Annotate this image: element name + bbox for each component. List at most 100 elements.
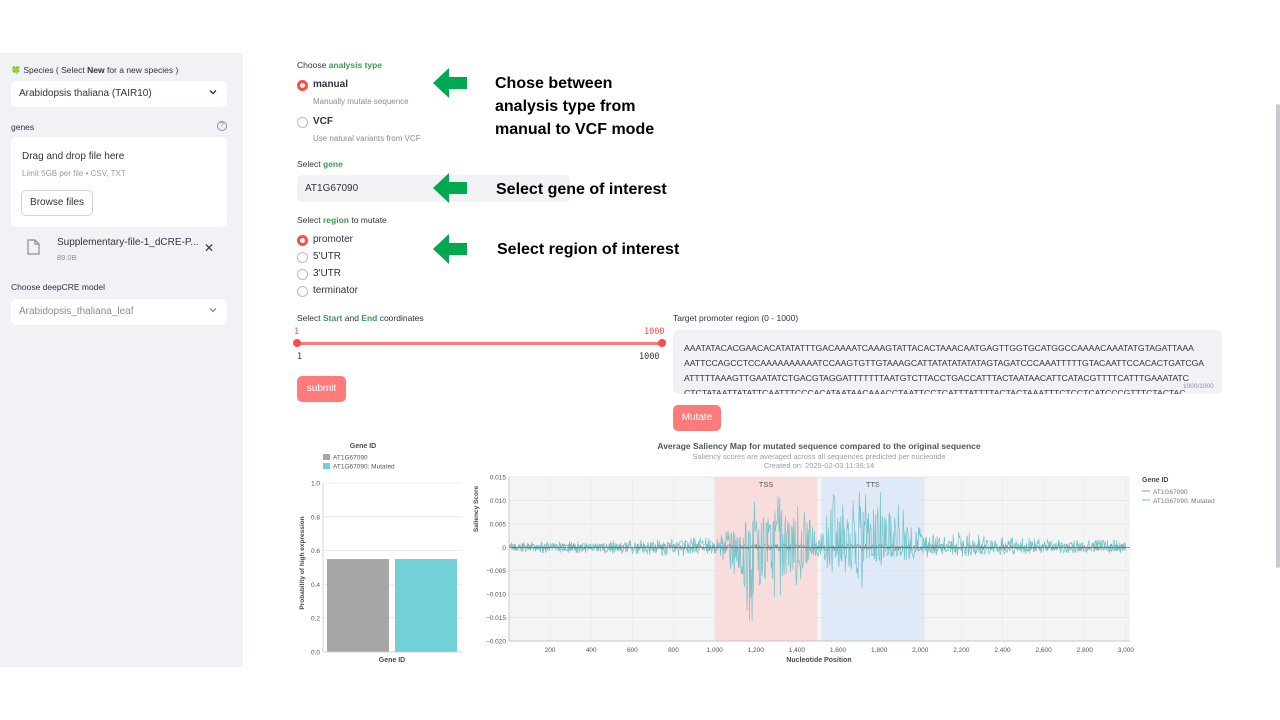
slider-start-handle[interactable] [293,339,301,347]
coordinate-slider-track[interactable] [297,342,662,345]
saliency-chart: Average Saliency Map for mutated sequenc… [473,441,1215,664]
sequence-line: AATTCCAGCCTCCAAAAAAAAAATCCAAGTGTTGTAAAGC… [684,358,1205,368]
saliency-subtitle: Saliency scores are averaged across all … [692,452,945,461]
slider-max-label: 1000 [639,352,660,362]
saliency-legend-mutated: AT1G67090: Mutated [1153,498,1215,505]
sequence-textarea[interactable]: AAATATACACGAACACATATATTTGACAAAATCAAAGTAT… [673,330,1222,394]
saliency-created-on: Created on: 2025-02-03 11:36:14 [764,461,874,470]
radio-3utr[interactable] [297,269,308,280]
sequence-line: AAATATACACGAACACATATATTTGACAAAATCAAAGTAT… [684,343,1194,353]
bar-ytick-label: 1.0 [311,481,320,488]
radio-manual[interactable] [297,80,308,91]
saliency-ytick-label: −0.015 [486,615,506,622]
page-scrollbar[interactable] [1276,104,1280,568]
legend-swatch-mutated [323,463,330,469]
saliency-legend-title: Gene ID [1142,477,1168,484]
target-region-label: Target promoter region (0 - 1000) [673,313,799,323]
saliency-ytick-label: −0.005 [486,568,506,575]
slider-end-value: 1000 [644,327,665,337]
bar-chart: Gene ID AT1G67090 AT1G67090: Mutated 0.0… [299,443,462,664]
chevron-down-icon [209,308,217,313]
bar-ylabel: Probability of high expression [299,516,306,609]
radio-promoter[interactable] [297,235,308,246]
saliency-xtick-label: 1,800 [871,647,888,654]
legend-swatch-original [323,454,330,460]
option-vcf-caption: Use natural variants from VCF [313,134,421,143]
arrow-left-icon [433,68,467,98]
chevron-down-icon [209,90,217,95]
arrow-left-icon [433,234,467,264]
region-label-tts: TTS [866,480,880,489]
sequence-char-count: 1000/1000 [1183,383,1214,390]
saliency-ytick-label: −0.010 [486,592,506,599]
bar-ytick-label: 0.6 [311,548,320,555]
coordinates-label: Select Start and End coordinates [297,313,424,323]
saliency-xtick-label: 2,600 [1035,647,1052,654]
uploaded-file-size: 89.0B [57,253,77,262]
bar-mutated [395,559,457,652]
region-label-tss: TSS [759,480,774,489]
saliency-xtick-label: 200 [545,647,556,654]
bar-xlabel: Gene ID [379,657,405,664]
option-manual-label: manual [313,79,349,90]
saliency-ylabel: Saliency Score [473,485,480,532]
bar-ytick-label: 0.4 [311,582,320,589]
region-terminator-label: terminator [313,285,359,296]
dropzone-limit: Limit 5GB per file • CSV, TXT [22,169,126,178]
bar-legend-mutated: AT1G67090: Mutated [333,464,395,471]
saliency-ytick-label: 0.010 [490,498,507,505]
saliency-xtick-label: 1,400 [789,647,806,654]
saliency-xtick-label: 1,200 [748,647,765,654]
saliency-xtick-label: 400 [586,647,597,654]
option-manual-caption: Manually mutate sequence [313,97,409,106]
annotation-gene: Select gene of interest [496,181,667,198]
clover-icon: 🍀 [11,66,21,75]
sequence-line: CTCTATAATTATATTCAATTTCCCACATAATAACAAACCT… [684,388,1186,394]
model-select[interactable]: Arabidopsis_thaliana_leaf [11,299,227,325]
saliency-ytick-label: 0.015 [490,475,507,482]
slider-start-value: 1 [294,327,300,337]
saliency-xtick-label: 1,600 [830,647,847,654]
bar-ytick-label: 0.0 [311,650,320,657]
slider-end-handle[interactable] [658,339,666,347]
radio-terminator[interactable] [297,286,308,297]
help-icon[interactable]: ? [217,121,227,131]
saliency-xtick-label: 2,800 [1077,647,1094,654]
saliency-plot-bg [509,477,1130,641]
species-select[interactable]: Arabidopsis thaliana (TAIR10) [11,81,227,107]
bar-ytick-label: 0.2 [311,616,320,623]
region-5utr-label: 5'UTR [313,251,342,262]
saliency-xtick-label: 2,400 [994,647,1011,654]
submit-button[interactable]: submit [297,376,346,402]
gene-label: Select gene [297,159,343,169]
mutate-button[interactable]: Mutate [673,405,721,431]
saliency-xtick-label: 3,000 [1118,647,1135,654]
bar-legend-original: AT1G67090 [333,455,368,462]
saliency-xtick-label: 600 [627,647,638,654]
bar-ytick-label: 0.8 [311,514,320,521]
app-root: 🍀 Species ( Select New for a new species… [0,0,1280,720]
close-icon[interactable]: ✕ [204,241,214,255]
saliency-title: Average Saliency Map for mutated sequenc… [657,441,981,451]
analysis-type-label: Choose analysis type [297,60,383,70]
option-vcf-label: VCF [313,116,333,127]
region-band-tts [821,477,925,641]
species-select-value: Arabidopsis thaliana (TAIR10) [19,88,152,99]
sequence-line: ATTTTTAAAGTTGAATATCTGACGTAGGATTTTTTTAATG… [684,373,1189,383]
file-dropzone[interactable]: Drag and drop file here Limit 5GB per fi… [11,137,227,227]
saliency-xlabel: Nucleotide Position [786,657,851,664]
radio-vcf[interactable] [297,117,308,128]
gene-input-value: AT1G67090 [305,183,359,194]
saliency-legend-original: AT1G67090 [1153,489,1188,496]
saliency-xtick-label: 2,200 [953,647,970,654]
model-label: Choose deepCRE model [11,282,106,292]
genes-label: genes [11,122,35,132]
saliency-ytick-label: 0.005 [490,521,507,528]
sidebar: 🍀 Species ( Select New for a new species… [0,53,243,667]
browse-files-button[interactable]: Browse files [21,190,93,216]
region-label: Select region to mutate [297,215,387,225]
saliency-xtick-label: 2,000 [912,647,929,654]
saliency-ytick-label: 0 [502,545,506,552]
saliency-xtick-label: 1,000 [706,647,723,654]
radio-5utr[interactable] [297,252,308,263]
